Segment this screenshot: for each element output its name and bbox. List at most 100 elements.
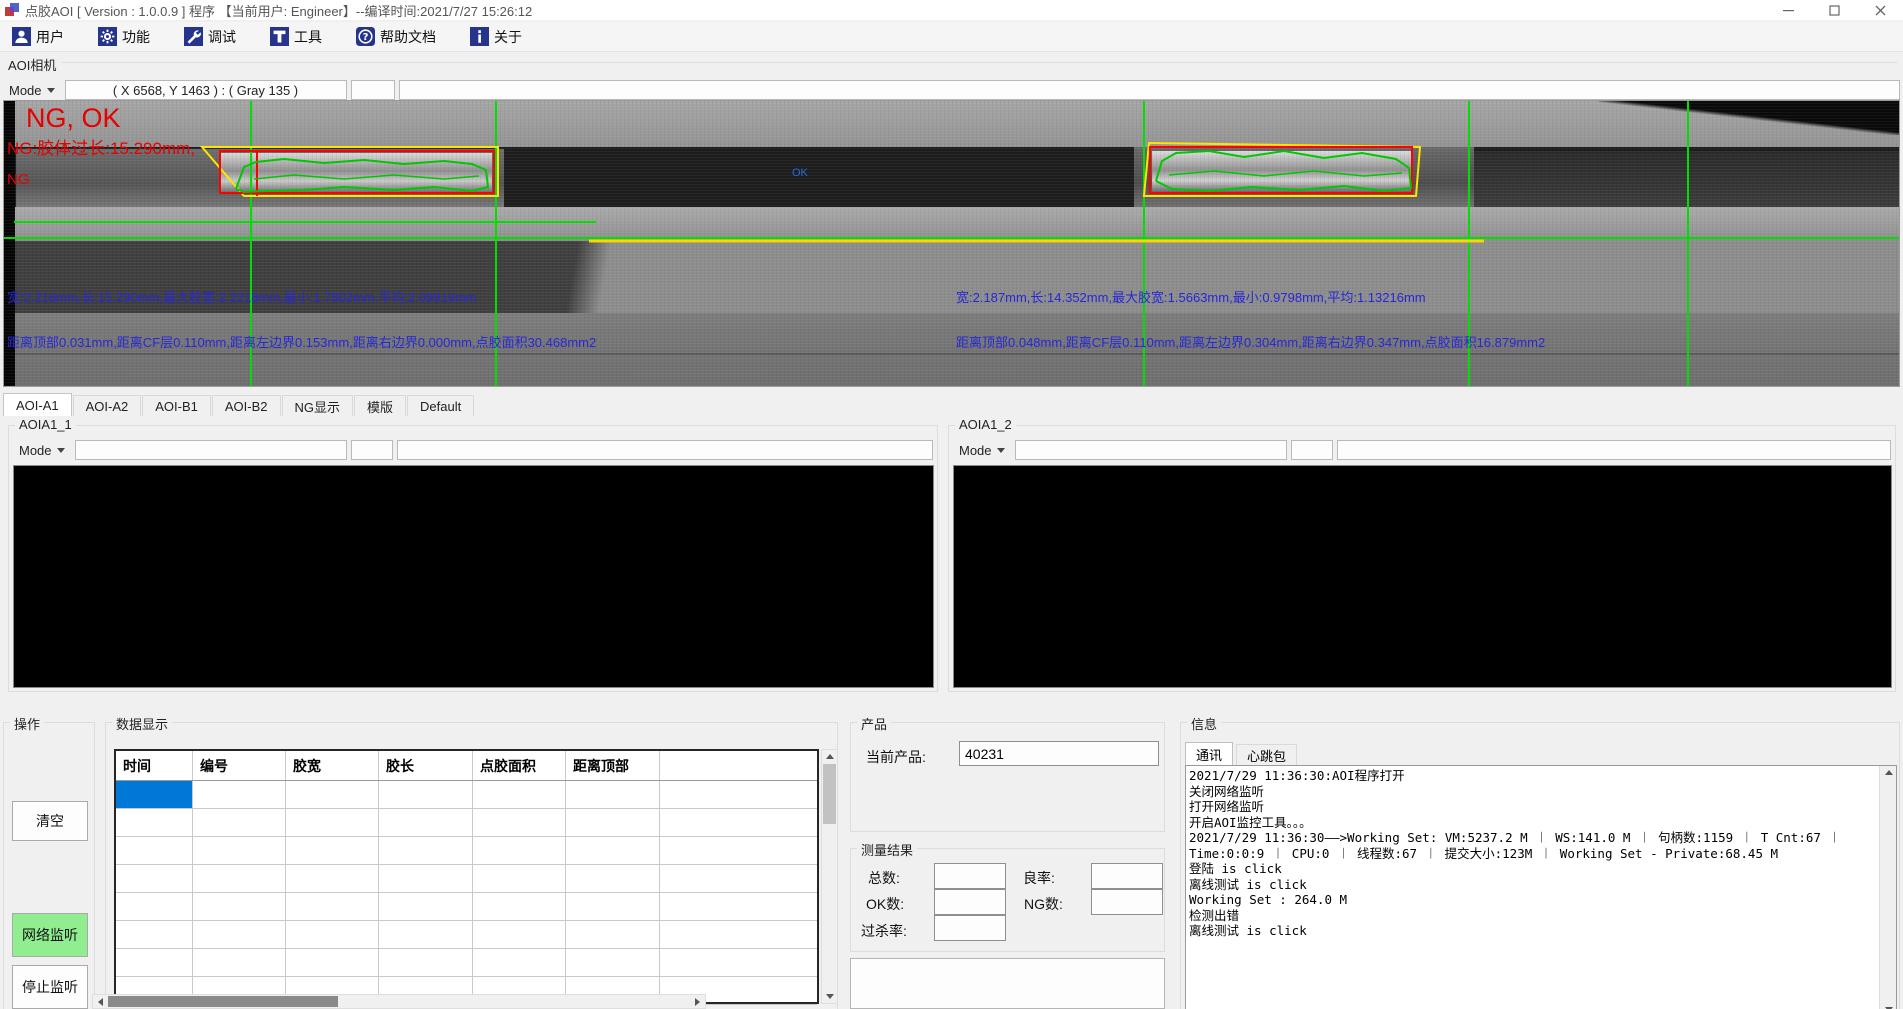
tab-default[interactable]: Default: [407, 395, 474, 416]
data-display-group-label: 数据显示: [112, 714, 172, 733]
panel-aoia1-1: AOIA1_1 Mode: [8, 425, 938, 692]
camera-image-view[interactable]: NG, OK NG:胶体过长:15.290mm, NG OK 宽:2.218mm…: [3, 100, 1900, 387]
yield-rate-label: 良率:: [1023, 868, 1055, 888]
toolbar-user-button[interactable]: 用户: [8, 24, 68, 50]
operations-group: 操作 清空 网络监听 停止监听: [3, 722, 95, 1009]
data-table[interactable]: 时间 编号 胶宽 胶长 点胶面积 距离顶部: [114, 749, 819, 1004]
yield-rate-field[interactable]: [1091, 863, 1163, 889]
table-row[interactable]: [116, 949, 817, 977]
column-header-glue-length[interactable]: 胶长: [379, 751, 473, 780]
app-icon: [4, 2, 20, 18]
chevron-down-icon: [57, 448, 65, 453]
column-header-time[interactable]: 时间: [116, 751, 193, 780]
tab-aoi-b2[interactable]: AOI-B2: [212, 395, 281, 416]
camera-mode-dropdown[interactable]: Mode: [3, 80, 61, 100]
ng-count-label: NG数:: [1024, 894, 1063, 914]
log-vertical-scrollbar[interactable]: [1879, 766, 1896, 1009]
vertical-scroll-thumb[interactable]: [823, 764, 836, 824]
scroll-down-arrow-icon[interactable]: [822, 990, 837, 1003]
right-measurement-line2: 距离顶部0.048mm,距离CF层0.110mm,距离左边界0.304mm,距离…: [956, 332, 1545, 351]
panel1-aux-field-1[interactable]: [351, 440, 393, 460]
table-row[interactable]: [116, 865, 817, 893]
table-horizontal-scrollbar[interactable]: [92, 994, 706, 1009]
app-window: 点胶AOI [ Version : 1.0.0.9 ] 程序 【当前用户: En…: [0, 0, 1903, 1009]
column-header-glue-area[interactable]: 点胶面积: [473, 751, 566, 780]
toolbar-tools-label: 工具: [294, 27, 322, 47]
tab-communication[interactable]: 通讯: [1185, 742, 1233, 765]
panel2-mode-dropdown[interactable]: Mode: [953, 440, 1011, 460]
current-product-label: 当前产品:: [866, 747, 926, 767]
scroll-up-arrow-icon[interactable]: [822, 750, 837, 763]
table-row[interactable]: [116, 921, 817, 949]
table-row[interactable]: [116, 893, 817, 921]
ok-count-label: OK数:: [866, 894, 904, 914]
info-group: 信息 通讯 心跳包 2021/7/29 11:36:30:AOI程序打开 关闭网…: [1180, 722, 1900, 1009]
current-product-input[interactable]: 40231: [959, 741, 1159, 766]
toolbar-debug-button[interactable]: 调试: [180, 24, 240, 50]
network-listen-button[interactable]: 网络监听: [12, 913, 88, 957]
toolbar-about-button[interactable]: 关于: [466, 24, 526, 50]
minimize-button[interactable]: [1765, 0, 1811, 21]
table-row[interactable]: [116, 837, 817, 865]
data-display-group: 数据显示 时间 编号 胶宽 胶长 点胶面积 距离顶部: [105, 722, 838, 1009]
horizontal-scroll-thumb[interactable]: [108, 996, 338, 1007]
view-tab-strip: AOI-A1 AOI-A2 AOI-B1 AOI-B2 NG显示 模版 Defa…: [3, 393, 475, 416]
column-header-glue-width[interactable]: 胶宽: [286, 751, 379, 780]
toolbar-help-button[interactable]: ? 帮助文档: [352, 24, 440, 50]
operations-group-label: 操作: [10, 714, 44, 733]
column-header-id[interactable]: 编号: [193, 751, 286, 780]
panel2-readout-field: [1015, 440, 1287, 460]
panel-aoia1-1-label: AOIA1_1: [15, 417, 76, 432]
ng-count-field[interactable]: [1091, 889, 1163, 915]
tab-aoi-b1[interactable]: AOI-B1: [142, 395, 211, 416]
total-count-field[interactable]: [934, 863, 1006, 889]
scroll-right-arrow-icon[interactable]: [690, 995, 705, 1008]
camera-group-border: [62, 62, 1897, 63]
toolbar-about-label: 关于: [494, 27, 522, 47]
selected-cell[interactable]: [116, 781, 193, 808]
panel1-mode-dropdown[interactable]: Mode: [13, 440, 71, 460]
toolbar-function-button[interactable]: 功能: [94, 24, 154, 50]
panel2-aux-field-1[interactable]: [1291, 440, 1333, 460]
scroll-up-arrow-icon[interactable]: [1881, 766, 1896, 779]
camera-aux-field-1[interactable]: [351, 80, 395, 100]
tab-template[interactable]: 模版: [354, 395, 406, 416]
tab-heartbeat[interactable]: 心跳包: [1236, 744, 1297, 765]
overkill-rate-field[interactable]: [934, 915, 1006, 941]
ng-reason-text: NG:胶体过长:15.290mm,: [7, 134, 195, 159]
panel2-mode-row: Mode: [953, 440, 1891, 460]
clear-button[interactable]: 清空: [12, 801, 88, 841]
tab-ng-display[interactable]: NG显示: [282, 395, 354, 416]
communication-log[interactable]: 2021/7/29 11:36:30:AOI程序打开 关闭网络监听 打开网络监听…: [1185, 765, 1897, 1009]
scroll-left-arrow-icon[interactable]: [93, 995, 108, 1008]
maximize-button[interactable]: [1811, 0, 1857, 21]
panel2-aux-field-2[interactable]: [1337, 440, 1891, 460]
table-row[interactable]: [116, 809, 817, 837]
column-header-filler: [660, 751, 817, 780]
panel1-mode-row: Mode: [13, 440, 933, 460]
stop-listen-button[interactable]: 停止监听: [12, 965, 88, 1009]
panel2-image-view[interactable]: [953, 465, 1892, 688]
toolbar-tools-button[interactable]: 工具: [266, 24, 326, 50]
notes-box: [850, 958, 1165, 1009]
tab-aoi-a1[interactable]: AOI-A1: [3, 393, 72, 416]
table-row[interactable]: [116, 781, 817, 809]
camera-group-label: AOI相机: [8, 55, 56, 74]
panel2-mode-label: Mode: [959, 443, 992, 458]
ng-flag-text: NG: [7, 171, 30, 188]
right-measurement-line1: 宽:2.187mm,长:14.352mm,最大胶宽:1.5663mm,最小:0.…: [956, 287, 1426, 306]
product-group-label: 产品: [857, 714, 891, 733]
scroll-down-arrow-icon[interactable]: [1881, 1003, 1896, 1009]
ok-flag-text: OK: [792, 167, 808, 179]
close-button[interactable]: [1857, 0, 1903, 21]
table-vertical-scrollbar[interactable]: [821, 749, 838, 1004]
table-header-row: 时间 编号 胶宽 胶长 点胶面积 距离顶部: [116, 751, 817, 781]
chevron-down-icon: [47, 88, 55, 93]
panel1-aux-field-2[interactable]: [397, 440, 933, 460]
panel1-image-view[interactable]: [13, 465, 934, 688]
window-title: 点胶AOI [ Version : 1.0.0.9 ] 程序 【当前用户: En…: [25, 1, 532, 20]
column-header-distance-top[interactable]: 距离顶部: [566, 751, 660, 780]
ok-count-field[interactable]: [934, 889, 1006, 915]
camera-aux-field-2[interactable]: [399, 80, 1900, 100]
tab-aoi-a2[interactable]: AOI-A2: [73, 395, 142, 416]
